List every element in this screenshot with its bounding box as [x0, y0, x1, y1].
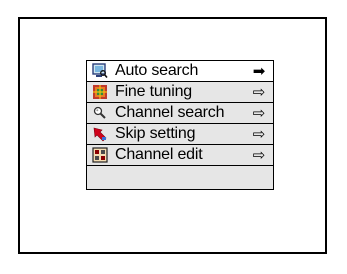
menu-item-label: Fine tuning: [115, 83, 192, 100]
menu-item-label: Channel search: [115, 104, 225, 121]
right-arrow-icon: ➡: [252, 62, 266, 80]
menu-item-label: Channel edit: [115, 146, 203, 163]
hollow-right-arrow-icon: ⇨: [252, 146, 266, 164]
skip-red-arrow-icon: [92, 126, 108, 142]
fine-tuning-icon: [92, 84, 108, 100]
menu-item-skip-setting[interactable]: Skip setting ⇨: [87, 124, 273, 145]
menu-item-auto-search[interactable]: Auto search ➡: [87, 61, 273, 82]
setup-menu: Auto search ➡ Fine tuning ⇨ Channel sear…: [86, 60, 274, 190]
hollow-right-arrow-icon: ⇨: [252, 125, 266, 143]
menu-item-label: Skip setting: [115, 125, 196, 142]
hollow-right-arrow-icon: ⇨: [252, 83, 266, 101]
channel-edit-icon: [92, 147, 108, 163]
menu-item-channel-search[interactable]: Channel search ⇨: [87, 103, 273, 124]
menu-item-channel-edit[interactable]: Channel edit ⇨: [87, 145, 273, 166]
menu-item-fine-tuning[interactable]: Fine tuning ⇨: [87, 82, 273, 103]
magnifier-icon: [92, 105, 108, 121]
monitor-search-icon: [92, 63, 108, 79]
menu-empty-row: [87, 166, 273, 189]
hollow-right-arrow-icon: ⇨: [252, 104, 266, 122]
menu-item-label: Auto search: [115, 62, 199, 79]
